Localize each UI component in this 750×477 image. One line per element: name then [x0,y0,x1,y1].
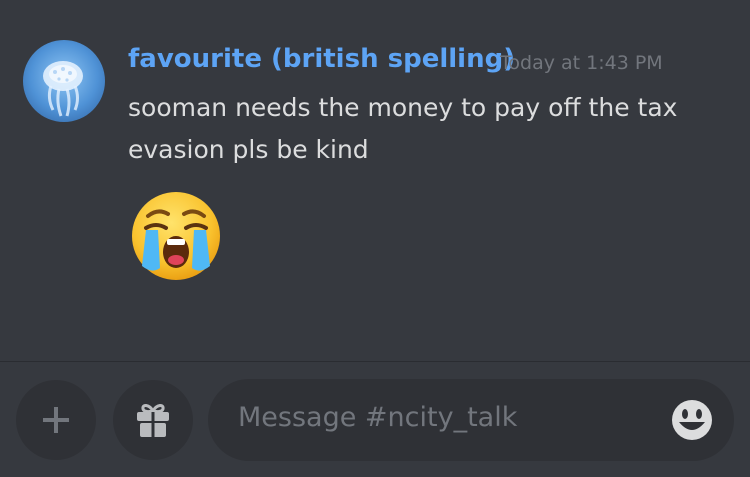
message-input-placeholder: Message #ncity_talk [238,402,518,433]
loudly-crying-face-emoji[interactable] [130,190,222,282]
avatar[interactable] [23,40,105,122]
message-composer: Message #ncity_talk [0,362,750,477]
plus-icon [43,407,69,433]
message-text: sooman needs the money to pay off the ta… [128,93,678,164]
add-attachment-button[interactable] [16,380,96,460]
message-input[interactable]: Message #ncity_talk [208,379,734,461]
gift-icon [137,404,169,437]
username[interactable]: favourite (british spelling) [128,44,515,74]
emoji-smiley-icon [672,400,712,440]
emoji-picker-button[interactable] [670,398,714,442]
message-timestamp: Today at 1:43 PM [500,52,663,74]
chat-message: favourite (british spelling) Today at 1:… [0,0,750,360]
gift-button[interactable] [113,380,193,460]
